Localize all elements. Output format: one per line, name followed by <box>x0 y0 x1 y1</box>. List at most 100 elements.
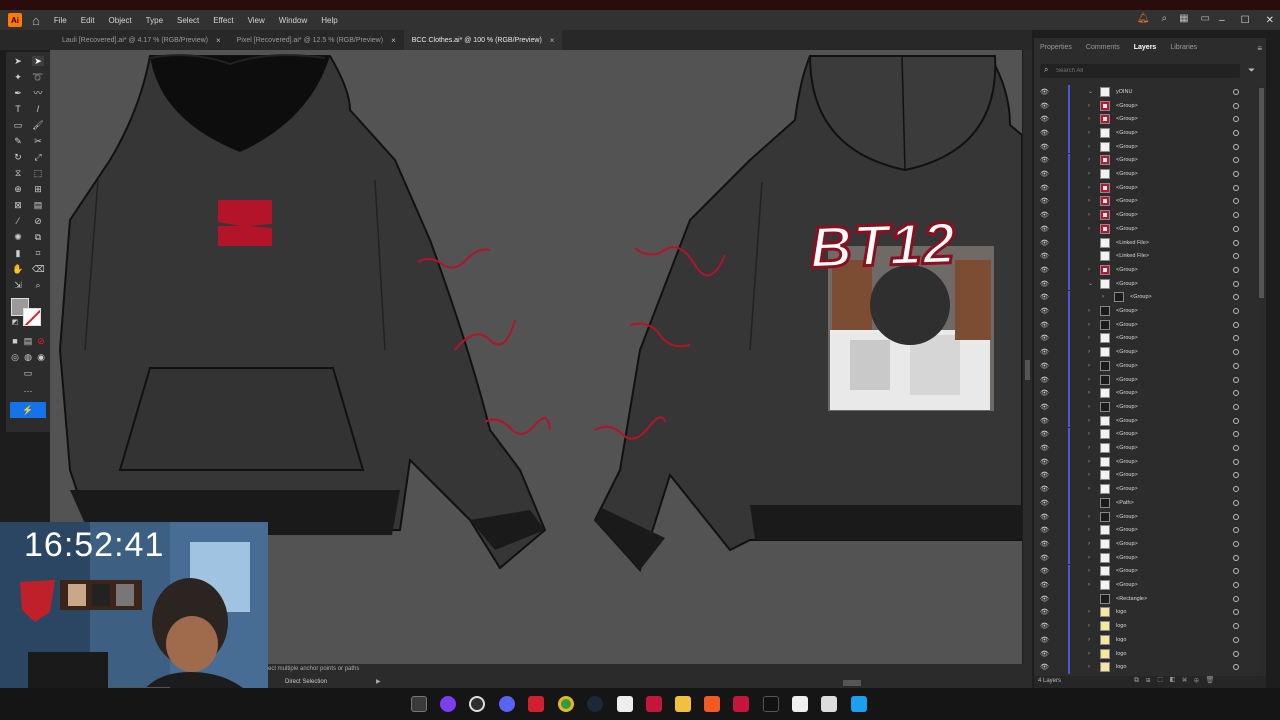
chevron-right-icon[interactable]: › <box>1088 664 1090 670</box>
taskbar-app-icon[interactable] <box>646 696 662 712</box>
tab-pixel[interactable]: Pixel [Recovered].ai* @ 12.5 % (RGB/Prev… <box>229 30 404 50</box>
visibility-eye-icon[interactable]: 👁︎ <box>1040 156 1049 164</box>
chevron-right-icon[interactable]: › <box>1088 431 1090 437</box>
visibility-eye-icon[interactable]: 👁︎ <box>1040 307 1049 315</box>
discord-icon[interactable] <box>499 696 515 712</box>
canvas-horizontal-scrollbar[interactable] <box>388 680 1018 686</box>
layer-target-icon[interactable] <box>1233 102 1239 109</box>
visibility-eye-icon[interactable]: 👁︎ <box>1040 581 1049 589</box>
layer-row[interactable]: 👁︎ › <Group> <box>1034 317 1266 332</box>
chevron-right-icon[interactable]: › <box>1088 390 1090 396</box>
draw-mode-icon[interactable]: ◎ <box>9 352 21 362</box>
minimize-icon[interactable]: – <box>1219 15 1225 26</box>
home-icon[interactable]: ⌂ <box>32 13 40 28</box>
layer-row[interactable]: 👁︎ › <Group> <box>1034 222 1266 236</box>
chevron-down-icon[interactable]: ⌄ <box>1088 88 1093 95</box>
chevron-right-icon[interactable]: › <box>1088 212 1090 218</box>
layer-target-icon[interactable] <box>1233 362 1239 369</box>
chevron-right-icon[interactable]: › <box>1088 322 1090 328</box>
layer-row[interactable]: 👁︎ › <Group> <box>1034 139 1266 154</box>
layer-row[interactable]: 👁︎ › <Group> <box>1034 386 1266 401</box>
lasso-tool-icon[interactable]: ➰ <box>32 72 44 82</box>
visibility-eye-icon[interactable]: 👁︎ <box>1040 211 1049 219</box>
layer-row[interactable]: 👁︎ › <Group> <box>1034 441 1266 455</box>
visibility-eye-icon[interactable]: 👁︎ <box>1040 362 1049 370</box>
chevron-right-icon[interactable]: › <box>1088 445 1090 451</box>
close-icon[interactable]: ✕ <box>1266 15 1274 26</box>
taskbar-app-icon[interactable] <box>528 696 544 712</box>
layer-target-icon[interactable] <box>1233 472 1239 479</box>
menu-type[interactable]: Type <box>146 16 163 25</box>
layer-target-icon[interactable] <box>1233 499 1239 506</box>
menu-edit[interactable]: Edit <box>81 16 95 25</box>
canvas-vertical-scrollbar[interactable] <box>1023 50 1032 664</box>
chevron-right-icon[interactable]: › <box>1088 582 1090 588</box>
visibility-eye-icon[interactable]: 👁︎ <box>1040 650 1049 658</box>
layer-row[interactable]: 👁︎ › <Group> <box>1034 372 1266 387</box>
chevron-right-icon[interactable]: › <box>1088 130 1090 136</box>
chevron-right-icon[interactable]: › <box>1088 171 1090 177</box>
layer-target-icon[interactable] <box>1233 540 1239 547</box>
visibility-eye-icon[interactable]: 👁︎ <box>1040 595 1049 603</box>
layer-row[interactable]: 👁︎ › <Group> <box>1034 359 1266 373</box>
chevron-right-icon[interactable]: › <box>1088 472 1090 478</box>
edit-toolbar-button[interactable]: ⚡ <box>10 402 46 418</box>
gradient-tool-icon[interactable]: ▤ <box>32 200 44 210</box>
column-graph-tool-icon[interactable]: ▮ <box>12 248 24 258</box>
stroke-swatch[interactable] <box>23 308 41 326</box>
layer-row[interactable]: 👁︎ <Rectangle> <box>1034 591 1266 606</box>
visibility-eye-icon[interactable]: 👁︎ <box>1040 197 1049 205</box>
scissors-tool-icon[interactable]: ✂ <box>32 136 44 146</box>
tab-bcc-clothes[interactable]: BCC Clothes.ai* @ 100 % (RGB/Preview) × <box>403 30 563 50</box>
visibility-eye-icon[interactable]: 👁︎ <box>1040 225 1049 233</box>
layer-target-icon[interactable] <box>1233 513 1239 520</box>
menu-view[interactable]: View <box>248 16 265 25</box>
layer-target-icon[interactable] <box>1233 349 1239 356</box>
chevron-right-icon[interactable]: › <box>1088 568 1090 574</box>
visibility-eye-icon[interactable]: 👁︎ <box>1040 513 1049 521</box>
visibility-eye-icon[interactable]: 👁︎ <box>1040 636 1049 644</box>
rectangle-tool-icon[interactable]: ▭ <box>12 120 24 130</box>
layer-row[interactable]: 👁︎ › <Group> <box>1034 400 1266 414</box>
store-icon[interactable] <box>821 696 837 712</box>
tab-libraries[interactable]: Libraries <box>1170 44 1197 51</box>
chevron-right-icon[interactable]: › <box>1088 103 1090 109</box>
brave-icon[interactable] <box>704 696 720 712</box>
chevron-right-icon[interactable]: › <box>1088 527 1090 533</box>
mesh-tool-icon[interactable]: ⊠ <box>12 200 24 210</box>
chevron-right-icon[interactable]: › <box>1088 198 1090 204</box>
tab-close-icon[interactable]: × <box>550 36 555 45</box>
layer-target-icon[interactable] <box>1233 280 1239 287</box>
tiktok-icon[interactable] <box>763 696 779 712</box>
visibility-eye-icon[interactable]: 👁︎ <box>1040 293 1049 301</box>
layer-target-icon[interactable] <box>1233 609 1239 616</box>
search-icon[interactable]: ⌕ <box>1161 13 1167 24</box>
panel-menu-icon[interactable]: ≡ <box>1257 44 1262 53</box>
visibility-eye-icon[interactable]: 👁︎ <box>1040 663 1049 671</box>
layer-row[interactable]: 👁︎ › <Group> <box>1034 208 1266 222</box>
maximize-icon[interactable]: ☐ <box>1241 15 1250 26</box>
chevron-right-icon[interactable]: › <box>1088 144 1090 150</box>
visibility-eye-icon[interactable]: 👁︎ <box>1040 444 1049 452</box>
layer-row[interactable]: 👁︎ › <Group> <box>1034 564 1266 579</box>
layer-target-icon[interactable] <box>1233 266 1239 273</box>
capcut-icon[interactable] <box>792 696 808 712</box>
tab-close-icon[interactable]: × <box>391 36 396 45</box>
visibility-eye-icon[interactable]: 👁︎ <box>1040 129 1049 137</box>
layer-row[interactable]: 👁︎ › <Group> <box>1034 194 1266 209</box>
layer-target-icon[interactable] <box>1233 116 1239 123</box>
visibility-eye-icon[interactable]: 👁︎ <box>1040 417 1049 425</box>
visibility-eye-icon[interactable]: 👁︎ <box>1040 334 1049 342</box>
tab-lauli[interactable]: Lauli [Recovered].ai* @ 4.17 % (RGB/Prev… <box>54 30 229 50</box>
draw-behind-icon[interactable]: ◍ <box>22 352 34 362</box>
visibility-eye-icon[interactable]: 👁︎ <box>1040 376 1049 384</box>
gradient-mode-icon[interactable]: ▤ <box>22 336 34 346</box>
chevron-right-icon[interactable]: › <box>1088 623 1090 629</box>
layer-row[interactable]: 👁︎ › logo <box>1034 605 1266 620</box>
layer-target-icon[interactable] <box>1233 294 1239 301</box>
arrange-documents-icon[interactable]: ▦ <box>1179 13 1188 24</box>
visibility-eye-icon[interactable]: 👁︎ <box>1040 321 1049 329</box>
draw-inside-icon[interactable]: ◉ <box>35 352 47 362</box>
layer-row[interactable]: 👁︎ › <Group> <box>1034 167 1266 181</box>
layer-row[interactable]: 👁︎ › <Group> <box>1034 263 1266 277</box>
